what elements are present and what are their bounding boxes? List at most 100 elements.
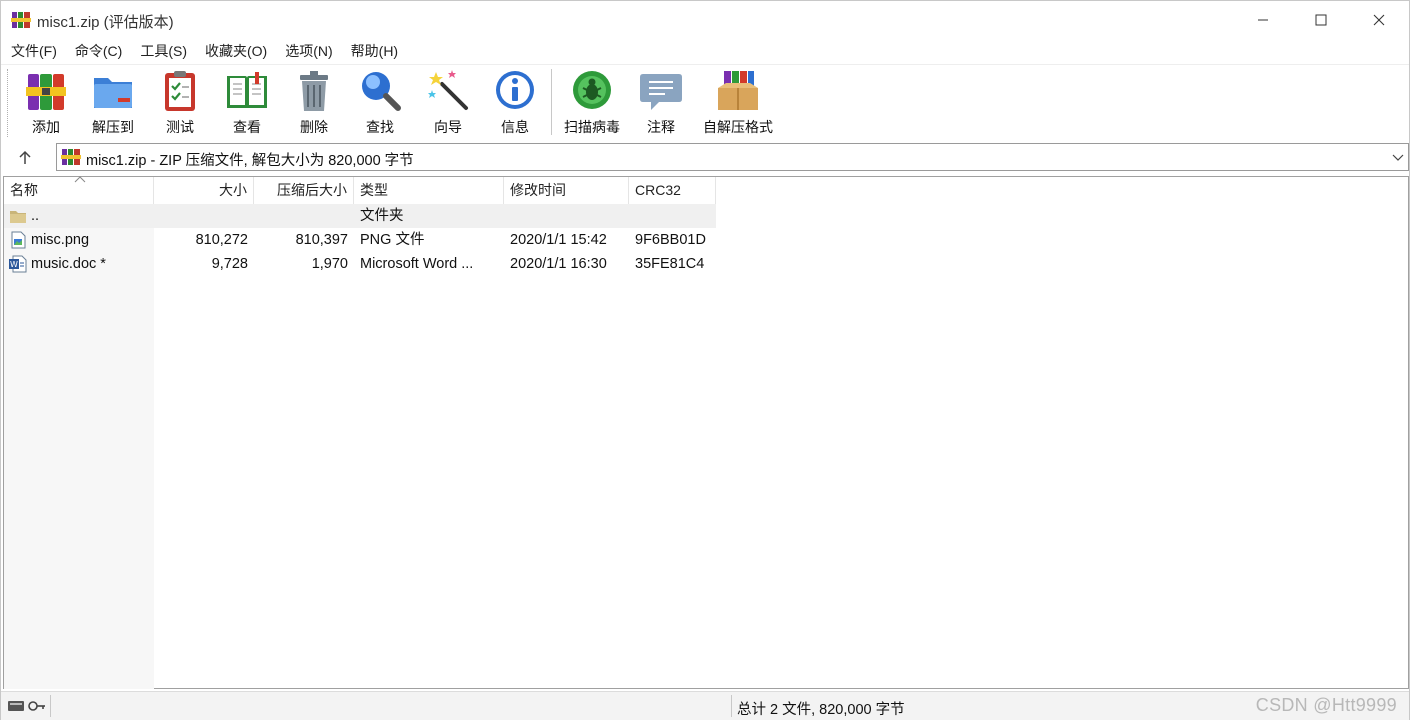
file-size: 9,728: [211, 256, 248, 272]
address-row: misc1.zip - ZIP 压缩文件, 解包大小为 820,000 字节: [1, 141, 1409, 175]
close-button[interactable]: [1350, 1, 1408, 39]
toolbar-grip: [7, 69, 11, 137]
view-book-icon: [227, 72, 267, 108]
sfx-box-icon: [718, 71, 758, 110]
delete-label: 删除: [300, 119, 328, 135]
trash-icon: [300, 71, 328, 111]
key-icon[interactable]: [27, 699, 47, 713]
word-doc-icon: W: [9, 255, 27, 273]
menu-favorites[interactable]: 收藏夹(O): [199, 39, 273, 63]
watermark: CSDN @Htt9999: [1255, 695, 1397, 715]
add-archive-icon: [26, 74, 66, 110]
file-name: misc.png: [31, 232, 90, 248]
info-icon: [496, 71, 534, 109]
file-modified: 2020/1/1 16:30: [510, 256, 607, 272]
maximize-icon: [1315, 14, 1327, 26]
svg-text:W: W: [10, 260, 18, 269]
file-type: 文件夹: [360, 208, 404, 224]
delete-button[interactable]: 删除: [291, 68, 337, 138]
maximize-button[interactable]: [1292, 1, 1350, 39]
title-bar: misc1.zip (评估版本): [1, 1, 1409, 39]
zip-archive-icon: [61, 149, 81, 165]
comment-label: 注释: [647, 119, 675, 135]
wizard-label: 向导: [434, 119, 462, 135]
column-header-modified[interactable]: 修改时间: [504, 177, 629, 204]
test-button[interactable]: 测试: [157, 68, 203, 138]
file-type: PNG 文件: [360, 232, 425, 248]
arrow-up-icon: [19, 150, 31, 164]
table-row[interactable]: .. 文件夹: [4, 204, 716, 228]
column-header-type[interactable]: 类型: [354, 177, 504, 204]
info-label: 信息: [501, 119, 529, 135]
view-button[interactable]: 查看: [220, 68, 274, 138]
find-label: 查找: [366, 119, 394, 135]
image-file-icon: [11, 231, 26, 249]
up-one-level-button[interactable]: [9, 145, 41, 171]
extract-to-button[interactable]: 解压到: [85, 68, 141, 138]
test-clipboard-icon: [165, 71, 195, 111]
chevron-down-icon[interactable]: [1392, 151, 1404, 163]
file-packed-size: 810,397: [295, 232, 348, 248]
file-type: Microsoft Word ...: [360, 256, 474, 272]
file-size: [154, 204, 248, 228]
extract-to-label: 解压到: [92, 119, 134, 135]
winrar-window: misc1.zip (评估版本) 文件(F) 命令(C) 工具(S) 收藏夹(O…: [0, 0, 1410, 720]
toolbar-separator: [551, 69, 552, 135]
scan-virus-label: 扫描病毒: [564, 119, 620, 135]
table-row[interactable]: misc.png 810,272 810,397 PNG 文件 2020/1/1…: [4, 228, 716, 252]
name-column-background: [4, 204, 154, 689]
minimize-button[interactable]: [1234, 1, 1292, 39]
file-modified: [510, 204, 628, 228]
view-label: 查看: [233, 119, 261, 135]
column-header-packed[interactable]: 压缩后大小: [254, 177, 354, 204]
folder-icon: [10, 211, 26, 223]
minimize-icon: [1258, 19, 1268, 21]
menu-commands[interactable]: 命令(C): [69, 39, 128, 63]
comment-icon: [640, 74, 682, 110]
file-size: 810,272: [195, 232, 248, 248]
wizard-wand-icon: [428, 70, 468, 110]
file-crc32: 35FE81C4: [635, 256, 705, 272]
sfx-button[interactable]: 自解压格式: [699, 68, 777, 138]
drive-icon[interactable]: [7, 699, 25, 713]
file-modified: 2020/1/1 15:42: [510, 232, 607, 248]
file-crc32: [635, 204, 715, 228]
status-separator: [731, 695, 732, 717]
toolbar: 添加 解压到 测试 查看 删除 查找 向导 信息 扫描病毒 注释 自解压格式: [1, 64, 1409, 140]
column-header-name-label: 名称: [10, 182, 38, 198]
menu-file[interactable]: 文件(F): [5, 39, 63, 63]
test-label: 测试: [166, 119, 194, 135]
magnifier-icon: [362, 72, 401, 111]
address-text: misc1.zip - ZIP 压缩文件, 解包大小为 820,000 字节: [86, 153, 414, 169]
address-combobox[interactable]: misc1.zip - ZIP 压缩文件, 解包大小为 820,000 字节: [56, 143, 1409, 171]
file-list-header: 名称 大小 压缩后大小 类型 修改时间 CRC32: [4, 176, 1408, 204]
scan-virus-button[interactable]: 扫描病毒: [561, 68, 623, 138]
add-label: 添加: [32, 119, 60, 135]
window-title: misc1.zip (评估版本): [37, 14, 174, 31]
extract-folder-icon: [94, 78, 132, 108]
file-list[interactable]: 名称 大小 压缩后大小 类型 修改时间 CRC32 .. 文件夹 misc.pn…: [3, 176, 1409, 689]
file-name: ..: [31, 208, 40, 224]
close-icon: [1373, 14, 1385, 26]
add-button[interactable]: 添加: [21, 68, 71, 138]
column-header-crc32[interactable]: CRC32: [629, 177, 716, 204]
find-button[interactable]: 查找: [357, 68, 403, 138]
table-row[interactable]: W music.doc * 9,728 1,970 Microsoft Word…: [4, 252, 716, 276]
column-header-name[interactable]: 名称: [4, 176, 154, 204]
file-name: music.doc *: [31, 256, 106, 272]
menu-bar: 文件(F) 命令(C) 工具(S) 收藏夹(O) 选项(N) 帮助(H): [1, 39, 1409, 63]
file-crc32: 9F6BB01D: [635, 232, 706, 248]
status-icons: [5, 695, 51, 717]
info-button[interactable]: 信息: [492, 68, 538, 138]
menu-tools[interactable]: 工具(S): [134, 39, 193, 63]
file-packed-size: [254, 204, 348, 228]
comment-button[interactable]: 注释: [638, 68, 684, 138]
column-header-size[interactable]: 大小: [154, 177, 254, 204]
menu-options[interactable]: 选项(N): [279, 39, 338, 63]
status-total: 总计 2 文件, 820,000 字节: [737, 702, 905, 718]
status-bar: 总计 2 文件, 820,000 字节 CSDN @Htt9999: [1, 691, 1409, 720]
menu-help[interactable]: 帮助(H): [345, 39, 404, 63]
wizard-button[interactable]: 向导: [425, 68, 471, 138]
file-packed-size: 1,970: [311, 256, 348, 272]
sort-ascending-icon: [74, 176, 86, 183]
